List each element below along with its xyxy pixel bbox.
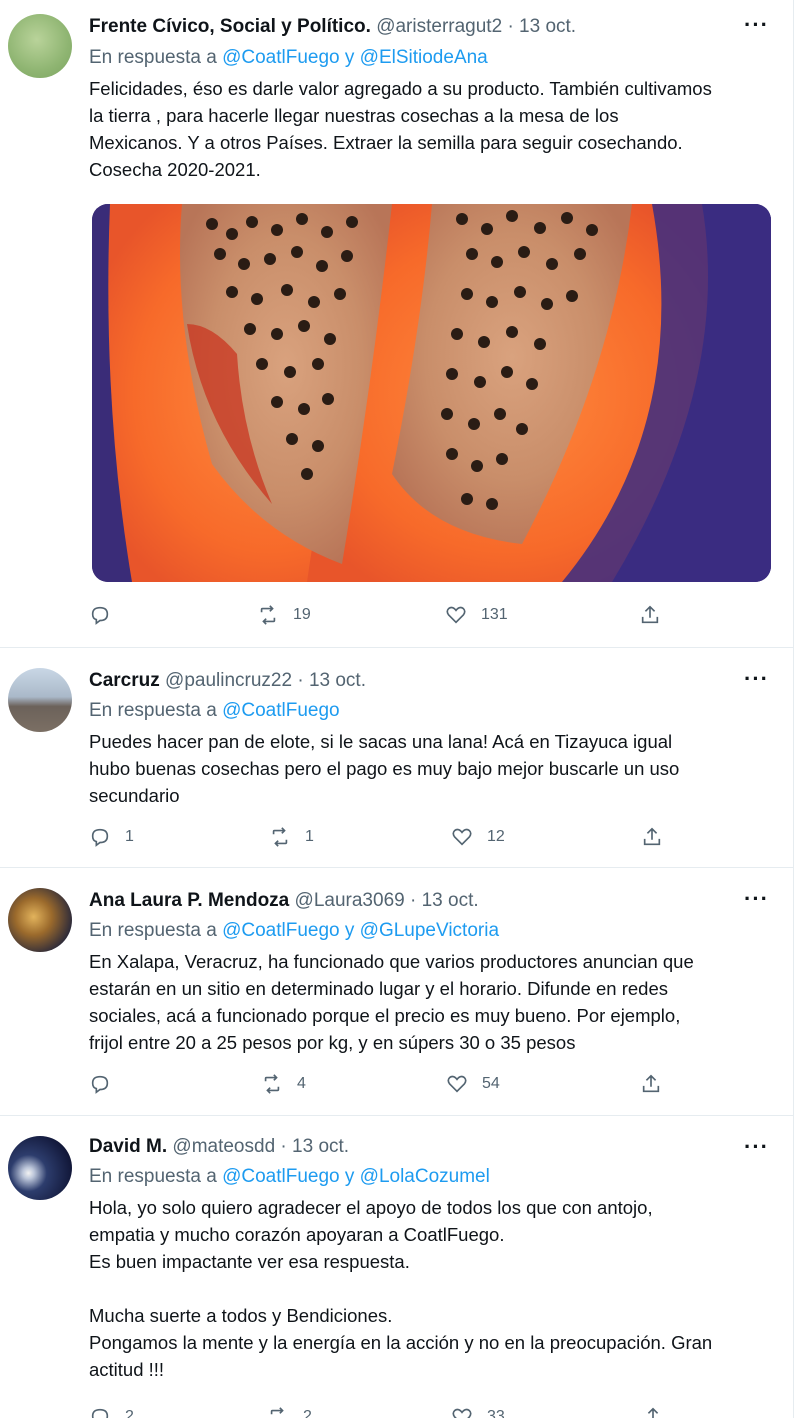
like-count: 12 <box>487 828 505 845</box>
reply-button[interactable] <box>89 600 125 630</box>
author-handle[interactable]: @paulincruz22 <box>165 670 292 691</box>
avatar[interactable] <box>8 1136 72 1200</box>
retweet-button[interactable]: 4 <box>261 1069 306 1099</box>
papaya-photo <box>92 204 771 582</box>
heart-icon <box>452 828 472 846</box>
retweet-icon <box>272 827 288 847</box>
separator-dot: · <box>507 16 514 37</box>
tweet[interactable]: David M. @mateosdd · 13 oct. ··· En resp… <box>0 1116 794 1418</box>
like-count: 54 <box>482 1075 500 1092</box>
avatar[interactable] <box>8 668 72 732</box>
more-options-icon[interactable]: ··· <box>744 1134 769 1160</box>
tweet-date[interactable]: 13 oct. <box>292 1136 349 1157</box>
tweet[interactable]: Frente Cívico, Social y Político. @arist… <box>0 0 794 648</box>
share-icon <box>643 827 661 846</box>
share-button[interactable] <box>640 1069 662 1099</box>
replying-to-link[interactable]: @CoatlFuego y @GLupeVictoria <box>222 920 499 941</box>
heart-icon <box>447 1075 467 1093</box>
tweet-text: Hola, yo solo quiero agradecer el apoyo … <box>89 1197 713 1380</box>
reply-icon <box>91 1408 109 1418</box>
avatar[interactable] <box>8 14 72 78</box>
author-name[interactable]: David M. <box>89 1136 167 1157</box>
retweet-icon <box>260 605 276 625</box>
replying-to: En respuesta a @CoatlFuego y @ElSitiodeA… <box>89 47 488 69</box>
tweet-date[interactable]: 13 oct. <box>309 670 366 691</box>
like-count: 131 <box>481 606 508 623</box>
replying-to: En respuesta a @CoatlFuego <box>89 700 340 722</box>
replying-to-link[interactable]: @CoatlFuego y @ElSitiodeAna <box>222 47 488 68</box>
reply-button[interactable]: 1 <box>89 822 134 852</box>
retweet-button[interactable]: 19 <box>257 600 311 630</box>
tweet[interactable]: Carcruz @paulincruz22 · 13 oct. ··· En r… <box>0 648 794 868</box>
author-name[interactable]: Frente Cívico, Social y Político. <box>89 16 371 37</box>
tweet-header: Frente Cívico, Social y Político. @arist… <box>89 16 576 38</box>
reply-count: 2 <box>125 1408 134 1418</box>
tweet-date[interactable]: 13 oct. <box>519 16 576 37</box>
more-options-icon[interactable]: ··· <box>744 12 769 38</box>
tweet-header: Ana Laura P. Mendoza @Laura3069 · 13 oct… <box>89 890 479 912</box>
author-name[interactable]: Ana Laura P. Mendoza <box>89 890 289 911</box>
retweet-button[interactable]: 1 <box>269 822 314 852</box>
tweet-header: David M. @mateosdd · 13 oct. <box>89 1136 349 1158</box>
like-button[interactable]: 33 <box>451 1402 505 1418</box>
retweet-icon <box>264 1074 280 1094</box>
replying-label: En respuesta a <box>89 47 217 68</box>
retweet-count: 1 <box>305 828 314 845</box>
share-button[interactable] <box>642 1402 664 1418</box>
avatar[interactable] <box>8 888 72 952</box>
tweet-actions: 2 2 33 <box>89 1402 689 1418</box>
tweet-actions: 4 54 <box>89 1069 689 1099</box>
tweet-image[interactable] <box>92 204 771 582</box>
retweet-count: 19 <box>293 606 311 623</box>
like-button[interactable]: 131 <box>445 600 508 630</box>
tweet-text: Puedes hacer pan de elote, si le sacas u… <box>89 731 680 806</box>
like-button[interactable]: 12 <box>451 822 505 852</box>
separator-dot: · <box>280 1136 287 1157</box>
tweet-actions: 19 131 <box>89 600 689 630</box>
reply-button[interactable]: 2 <box>89 1402 134 1418</box>
replying-to: En respuesta a @CoatlFuego y @GLupeVicto… <box>89 920 499 942</box>
like-button[interactable]: 54 <box>446 1069 500 1099</box>
reply-icon <box>91 606 109 625</box>
tweet-feed: Frente Cívico, Social y Político. @arist… <box>0 0 794 1418</box>
retweet-count: 4 <box>297 1075 306 1092</box>
tweet-text: En Xalapa, Veracruz, ha funcionado que v… <box>89 951 694 1053</box>
tweet[interactable]: Ana Laura P. Mendoza @Laura3069 · 13 oct… <box>0 868 794 1116</box>
share-icon <box>642 1074 660 1093</box>
retweet-icon <box>270 1407 284 1415</box>
replying-to-link[interactable]: @CoatlFuego y @LolaCozumel <box>222 1166 490 1187</box>
retweet-count: 2 <box>303 1408 312 1418</box>
reply-icon <box>91 828 109 847</box>
replying-label: En respuesta a <box>89 700 217 721</box>
replying-label: En respuesta a <box>89 920 217 941</box>
more-options-icon[interactable]: ··· <box>744 886 769 912</box>
tweet-actions: 1 1 12 <box>89 822 689 852</box>
heart-icon <box>452 1408 472 1418</box>
author-handle[interactable]: @aristerragut2 <box>376 16 502 37</box>
retweet-button[interactable]: 2 <box>267 1402 312 1418</box>
replying-to: En respuesta a @CoatlFuego y @LolaCozume… <box>89 1166 490 1188</box>
like-count: 33 <box>487 1408 505 1418</box>
share-button[interactable] <box>641 822 663 852</box>
more-options-icon[interactable]: ··· <box>744 666 769 692</box>
author-handle[interactable]: @Laura3069 <box>295 890 405 911</box>
author-handle[interactable]: @mateosdd <box>172 1136 275 1157</box>
separator-dot: · <box>409 890 417 911</box>
reply-button[interactable] <box>89 1069 125 1099</box>
tweet-date[interactable]: 13 oct. <box>422 890 479 911</box>
share-icon <box>647 1407 659 1418</box>
replying-label: En respuesta a <box>89 1166 217 1187</box>
heart-icon <box>446 606 466 624</box>
tweet-text: Felicidades, éso es darle valor agregado… <box>89 78 712 180</box>
author-name[interactable]: Carcruz <box>89 670 160 691</box>
share-icon <box>641 605 659 624</box>
tweet-header: Carcruz @paulincruz22 · 13 oct. <box>89 670 366 692</box>
share-button[interactable] <box>639 600 661 630</box>
reply-icon <box>91 1075 109 1094</box>
reply-count: 1 <box>125 828 134 845</box>
replying-to-link[interactable]: @CoatlFuego <box>222 700 340 721</box>
separator-dot: · <box>297 670 304 691</box>
